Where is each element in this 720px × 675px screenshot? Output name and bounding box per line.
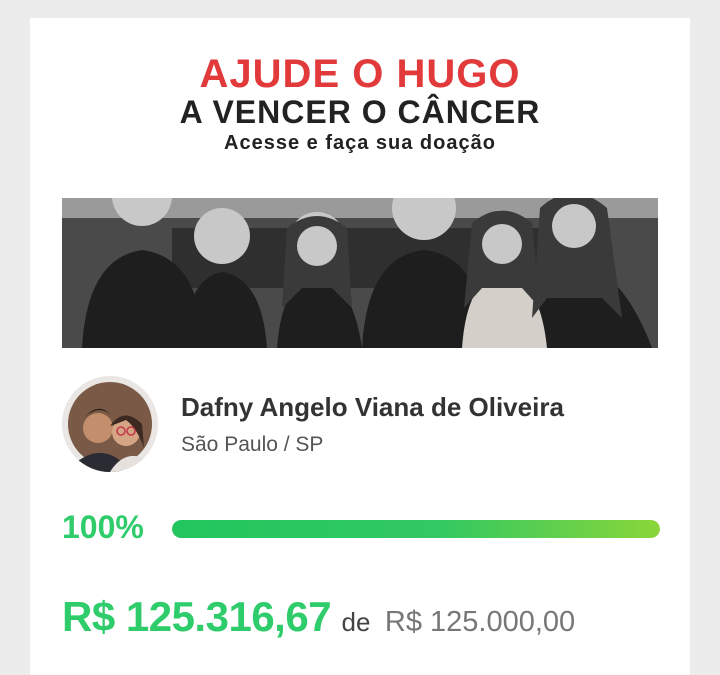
donation-amounts: R$ 125.316,67 de R$ 125.000,00	[62, 593, 575, 641]
creator-name[interactable]: Dafny Angelo Viana de Oliveira	[181, 392, 564, 423]
amount-goal: R$ 125.000,00	[384, 606, 576, 638]
amount-separator: de	[341, 607, 371, 637]
avatar-photo	[62, 376, 158, 472]
progress-percent: 100%	[62, 509, 144, 545]
creator-info: Dafny Angelo Viana de Oliveira São Paulo…	[62, 376, 662, 476]
banner-headline: AJUDE O HUGO	[199, 52, 521, 96]
campaign-card[interactable]: AJUDE O HUGO A VENCER O CÂNCER Acesse e …	[30, 18, 690, 675]
amount-raised: R$ 125.316,67	[62, 593, 332, 640]
progress-bar-fill	[172, 520, 660, 538]
campaign-banner[interactable]: AJUDE O HUGO A VENCER O CÂNCER Acesse e …	[62, 48, 658, 348]
family-photo	[62, 198, 658, 348]
progress-bar	[172, 520, 660, 538]
banner-tagline: Acesse e faça sua doação	[224, 132, 496, 154]
banner-subheadline: A VENCER O CÂNCER	[179, 94, 541, 130]
creator-avatar[interactable]	[62, 376, 158, 472]
creator-location: São Paulo / SP	[181, 433, 324, 456]
